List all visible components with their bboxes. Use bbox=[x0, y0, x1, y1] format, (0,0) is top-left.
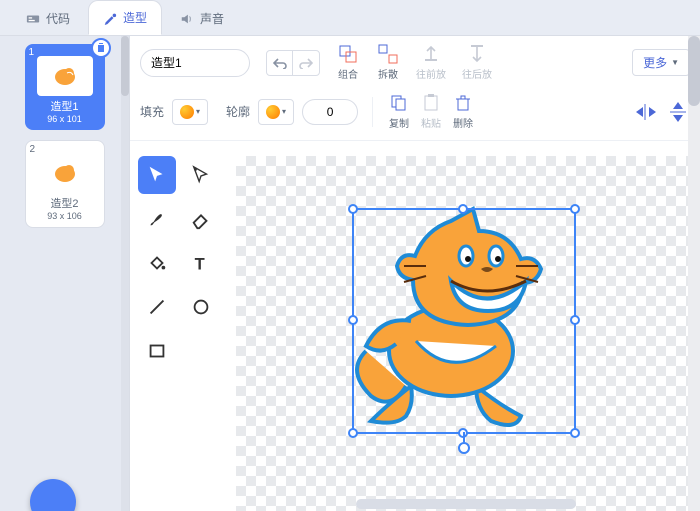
copy-button[interactable]: 复制 bbox=[387, 93, 411, 130]
editor-tabs: 代码 造型 声音 bbox=[0, 0, 700, 36]
canvas-area bbox=[236, 156, 700, 511]
eraser-tool[interactable] bbox=[182, 200, 220, 238]
canvas-horizontal-scrollbar[interactable] bbox=[356, 499, 576, 509]
outline-width-input[interactable] bbox=[302, 99, 358, 125]
group-button[interactable]: 组合 bbox=[336, 44, 360, 81]
costume-name-input[interactable] bbox=[140, 49, 250, 77]
rotation-handle[interactable] bbox=[458, 442, 470, 454]
resize-handle-nw[interactable] bbox=[348, 204, 358, 214]
more-dropdown[interactable]: 更多 ▼ bbox=[632, 49, 690, 76]
redo-button[interactable] bbox=[293, 51, 319, 75]
ungroup-button[interactable]: 拆散 bbox=[376, 44, 400, 81]
flip-vertical-button[interactable] bbox=[666, 100, 690, 124]
page-scrollbar[interactable] bbox=[688, 36, 700, 511]
group-icon bbox=[336, 44, 360, 64]
fill-label: 填充 bbox=[140, 103, 164, 120]
chevron-down-icon: ▾ bbox=[196, 107, 200, 116]
ungroup-icon bbox=[376, 44, 400, 64]
costume-index: 2 bbox=[30, 144, 36, 155]
chevron-down-icon: ▼ bbox=[671, 58, 679, 67]
outline-color-swatch bbox=[266, 105, 280, 119]
add-costume-fab[interactable] bbox=[30, 479, 76, 511]
tab-sound[interactable]: 声音 bbox=[166, 2, 238, 35]
resize-handle-w[interactable] bbox=[348, 315, 358, 325]
outline-color-picker[interactable]: ▾ bbox=[258, 99, 294, 125]
paint-editor: 组合 拆散 往前放 往后放 更多 ▼ 填充 bbox=[130, 36, 700, 511]
undo-redo-group bbox=[266, 50, 320, 76]
sidebar-scroll-thumb[interactable] bbox=[121, 36, 129, 96]
sidebar-scrollbar[interactable] bbox=[121, 36, 129, 511]
svg-text:T: T bbox=[195, 255, 205, 273]
backward-icon bbox=[465, 44, 489, 64]
copy-icon bbox=[387, 93, 411, 113]
forward-icon bbox=[419, 44, 443, 64]
fill-color-swatch bbox=[180, 105, 194, 119]
costume-thumbnail bbox=[37, 56, 93, 96]
flip-horizontal-button[interactable] bbox=[634, 100, 658, 124]
outline-label: 轮廓 bbox=[226, 103, 250, 120]
selection-box[interactable] bbox=[352, 208, 576, 434]
costume-item-1[interactable]: 1 造型1 96 x 101 bbox=[25, 44, 105, 130]
rotation-stem bbox=[463, 432, 465, 442]
circle-tool[interactable] bbox=[182, 288, 220, 326]
costume-name: 造型2 bbox=[30, 195, 100, 211]
costume-index: 1 bbox=[29, 47, 35, 58]
brush-tab-icon bbox=[103, 11, 117, 25]
tab-sound-label: 声音 bbox=[200, 10, 224, 27]
line-tool[interactable] bbox=[138, 288, 176, 326]
resize-handle-n[interactable] bbox=[458, 204, 468, 214]
paint-canvas[interactable] bbox=[236, 156, 700, 511]
fill-color-picker[interactable]: ▾ bbox=[172, 99, 208, 125]
code-icon bbox=[26, 12, 40, 26]
paste-button[interactable]: 粘贴 bbox=[419, 93, 443, 130]
resize-handle-sw[interactable] bbox=[348, 428, 358, 438]
costume-list: 1 造型1 96 x 101 2 造型2 93 x 106 bbox=[0, 36, 130, 511]
fill-tool[interactable] bbox=[138, 244, 176, 282]
resize-handle-ne[interactable] bbox=[570, 204, 580, 214]
select-tool[interactable] bbox=[138, 156, 176, 194]
delete-costume-button[interactable] bbox=[91, 38, 111, 58]
trash-icon bbox=[451, 93, 475, 113]
page-scroll-thumb[interactable] bbox=[688, 36, 700, 106]
tab-costume[interactable]: 造型 bbox=[88, 0, 162, 35]
toolbar-row-2: 填充 ▾ 轮廓 ▾ 复制 粘贴 删除 bbox=[130, 89, 700, 141]
costume-name: 造型1 bbox=[29, 98, 101, 114]
forward-button[interactable]: 往前放 bbox=[416, 44, 446, 81]
tab-code[interactable]: 代码 bbox=[12, 2, 84, 35]
divider bbox=[372, 97, 373, 127]
reshape-tool[interactable] bbox=[182, 156, 220, 194]
costume-item-2[interactable]: 2 造型2 93 x 106 bbox=[25, 140, 105, 228]
costume-dims: 96 x 101 bbox=[29, 114, 101, 124]
backward-button[interactable]: 往后放 bbox=[462, 44, 492, 81]
costume-dims: 93 x 106 bbox=[30, 211, 100, 221]
sound-icon bbox=[180, 12, 194, 26]
chevron-down-icon: ▾ bbox=[282, 107, 286, 116]
toolbar-row-1: 组合 拆散 往前放 往后放 更多 ▼ bbox=[130, 36, 700, 89]
tool-palette: T bbox=[138, 156, 220, 370]
resize-handle-se[interactable] bbox=[570, 428, 580, 438]
delete-button[interactable]: 删除 bbox=[451, 93, 475, 130]
rect-tool[interactable] bbox=[138, 332, 176, 370]
brush-tool[interactable] bbox=[138, 200, 176, 238]
undo-button[interactable] bbox=[267, 51, 293, 75]
text-tool[interactable]: T bbox=[182, 244, 220, 282]
tab-code-label: 代码 bbox=[46, 10, 70, 27]
resize-handle-e[interactable] bbox=[570, 315, 580, 325]
costume-thumbnail bbox=[37, 153, 93, 193]
tab-costume-label: 造型 bbox=[123, 9, 147, 26]
paste-icon bbox=[419, 93, 443, 113]
